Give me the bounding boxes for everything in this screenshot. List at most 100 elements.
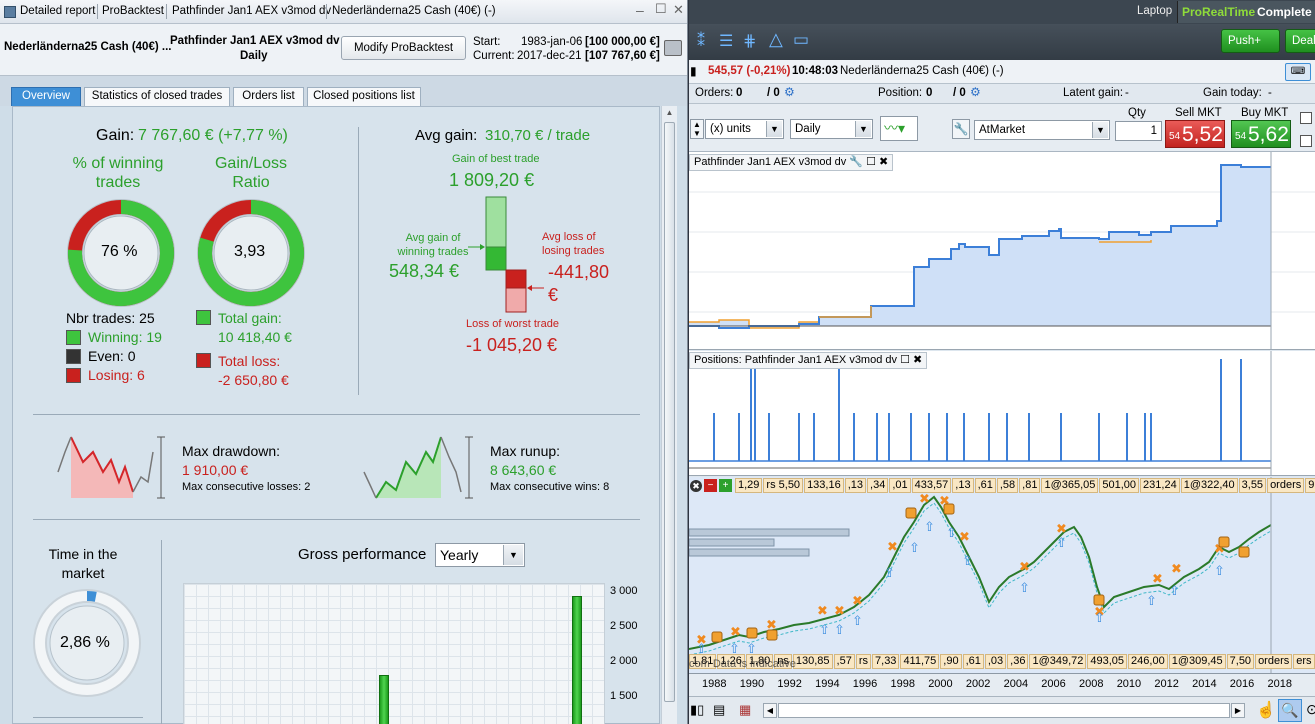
winning-count: Winning: 19 (88, 329, 162, 345)
units-stepper-icon[interactable]: ▲ ▼ (690, 119, 704, 139)
gain-loss-box-plot (468, 196, 544, 313)
gross-tick: 1 500 (610, 690, 638, 702)
orders-gear-icon[interactable]: ⚙ (784, 85, 795, 99)
keyboard-icon[interactable]: ⌨ (1285, 63, 1311, 81)
platform-topbar: Laptop ProRealTime Complete (689, 0, 1315, 24)
max-drawdown-chart (57, 436, 165, 499)
year-tick: 2018 (1267, 678, 1292, 690)
price-label: 493,05 (1087, 654, 1128, 669)
gross-period-value: Yearly (440, 547, 479, 563)
units-select[interactable]: (x) units ▼ (705, 119, 784, 139)
qty-label: Qty (1128, 107, 1146, 119)
notes-icon[interactable]: ▤ (713, 702, 725, 718)
chart-minus-icon[interactable]: − (704, 479, 717, 492)
settings-icon[interactable]: ⊙ (1306, 701, 1315, 718)
deal-button[interactable]: Deal (1285, 29, 1315, 53)
section-divider-2 (33, 519, 640, 520)
header-instrument: Nederländerna25 Cash (40€) ... (4, 41, 172, 53)
ratio-title: Gain/Loss Ratio (214, 155, 288, 191)
modify-probacktest-button[interactable]: Modify ProBacktest (341, 36, 466, 60)
channel-tool-icon[interactable]: ⋕ (743, 31, 756, 51)
maximize-icon[interactable]: ☐ (655, 1, 667, 17)
hand-icon[interactable]: ☝ (1256, 700, 1276, 720)
orders-value: 0 (736, 87, 743, 99)
year-tick: 1996 (852, 678, 878, 690)
tab-orders-list[interactable]: Orders list (233, 87, 304, 106)
laptop-label[interactable]: Laptop (1137, 5, 1172, 17)
exit-marker: ✖ (1171, 562, 1182, 577)
scroll-left-icon[interactable]: ◀ (763, 703, 777, 718)
close-icon[interactable]: ✖ (876, 156, 888, 168)
latent-gain-label: Latent gain: (1063, 87, 1124, 99)
print-icon[interactable] (664, 40, 682, 56)
drawing-toolbar: ⁑ ☰ ⋕ △ ▭ Push+ Deal (689, 24, 1315, 60)
candlestick-icon[interactable]: ▮▯ (690, 702, 704, 718)
gross-tick: 3 000 (610, 585, 638, 597)
rectangle-tool-icon[interactable]: ▭ (793, 30, 809, 50)
chart-type-icon[interactable]: ▮ (690, 64, 697, 78)
buy-arrow-icon: ⇧ (1056, 536, 1067, 551)
chart-plus-icon[interactable]: + (719, 479, 732, 492)
year-tick: 1994 (815, 678, 840, 690)
buy-arrow-icon: ⇧ (819, 623, 830, 638)
horizontal-scrollbar[interactable] (778, 703, 1230, 718)
time-market-divider (161, 540, 162, 724)
price-label: ,58 (996, 478, 1019, 493)
close-icon[interactable]: ✕ (673, 2, 684, 18)
tab-statistics[interactable]: Statistics of closed trades (84, 87, 230, 106)
option-checkbox[interactable] (1300, 112, 1312, 124)
winning-pct-value: 76 % (101, 243, 138, 260)
scroll-thumb[interactable] (664, 122, 675, 702)
equity-curve-label: Pathfinder Jan1 AEX v3mod dv 🔧 ☐ ✖ (689, 154, 894, 171)
sell-small: 54 (1169, 131, 1181, 142)
order-controls: ▲ ▼ (x) units ▼ Daily ▼ 〰▾ 🔧 AtMarket ▼ Qty … (689, 104, 1315, 152)
gain-loss-ratio-value: 3,93 (234, 243, 266, 260)
year-tick: 2006 (1041, 678, 1066, 690)
position-gear-icon[interactable]: ⚙ (970, 85, 981, 99)
exit-marker: ✖ (959, 530, 970, 545)
maximize-icon[interactable]: ☐ (863, 156, 876, 168)
gross-period-select[interactable]: Yearly ▼ (435, 543, 525, 567)
close-icon[interactable]: ✖ (910, 354, 922, 366)
year-tick: 2010 (1116, 678, 1142, 690)
wrench-icon[interactable]: 🔧 (952, 119, 970, 139)
order-type-value: AtMarket (979, 124, 1026, 136)
option-checkbox[interactable] (1300, 135, 1312, 147)
chevron-down-icon: ▼ (855, 121, 871, 137)
fibonacci-tool-icon[interactable]: ☰ (719, 31, 733, 51)
exit-marker: ✖ (730, 625, 741, 640)
buy-arrow-icon: ⇧ (962, 554, 973, 569)
overview-scrollbar[interactable]: ▲ (661, 106, 677, 724)
positions-chart (689, 351, 1272, 476)
chart-close-icon[interactable]: ✖ (690, 480, 702, 492)
buy-mkt-button[interactable]: 54 5,62 (1231, 120, 1291, 148)
brand-name: ProRealTime (1182, 5, 1256, 19)
scroll-up-icon[interactable]: ▲ (664, 108, 675, 119)
triangle-tool-icon[interactable]: △ (769, 29, 783, 50)
grid-icon[interactable]: ▦ (739, 702, 751, 718)
sell-mkt-button[interactable]: 54 5,52 (1165, 120, 1225, 148)
zoom-icon[interactable]: 🔍 (1278, 699, 1302, 722)
scroll-right-icon[interactable]: ▶ (1231, 703, 1245, 718)
qty-input[interactable]: 1 (1115, 121, 1162, 141)
tab-overview[interactable]: Overview (11, 87, 81, 106)
tab-closed-positions[interactable]: Closed positions list (307, 87, 421, 106)
period-select[interactable]: Daily ▼ (790, 119, 873, 139)
push-plus-button[interactable]: Push+ (1221, 29, 1280, 53)
max-runup-chart (363, 436, 473, 499)
equity-curve-panel: Pathfinder Jan1 AEX v3mod dv 🔧 ☐ ✖ (689, 152, 1315, 350)
losing-swatch (66, 368, 81, 383)
minimize-icon[interactable]: – (636, 2, 644, 18)
maximize-icon[interactable]: ☐ (900, 354, 910, 366)
indicator-chart-icon[interactable]: 〰▾ (880, 116, 918, 141)
gain-value: 7 767,60 € (+7,77 %) (138, 127, 288, 144)
cursor-tool-icon[interactable]: ⁑ (697, 31, 705, 51)
title-strategy: Pathfinder Jan1 AEX v3mod dv (172, 5, 332, 17)
orders-total: / 0 (767, 87, 780, 99)
order-type-select[interactable]: AtMarket ▼ (974, 120, 1110, 140)
year-tick: 2000 (928, 678, 953, 690)
price-label: 1@365,05 (1041, 478, 1099, 493)
year-tick: 2004 (1003, 678, 1029, 690)
title-probacktest: ProBacktest (102, 5, 164, 17)
wrench-icon[interactable]: 🔧 (849, 156, 863, 168)
